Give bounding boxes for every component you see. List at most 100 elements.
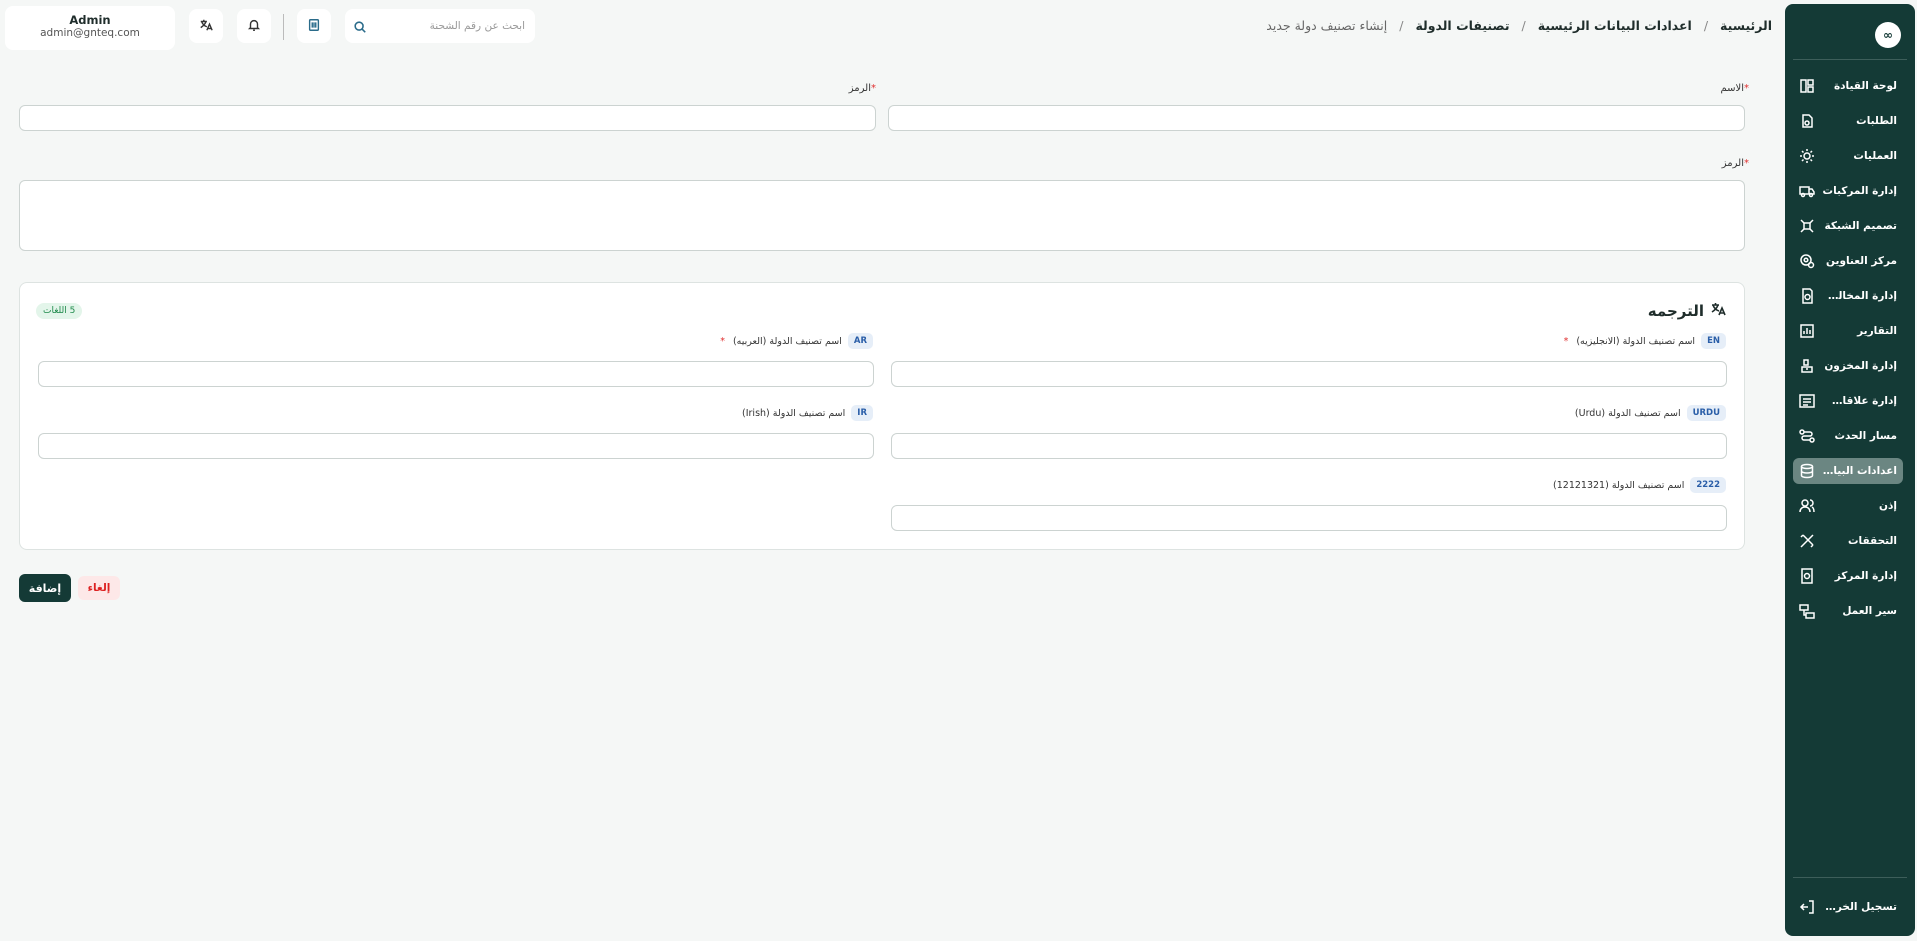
user-email: admin@gnteq.com (40, 27, 140, 39)
translation-input-urdu[interactable] (891, 433, 1727, 459)
header-divider (283, 14, 284, 40)
translation-label-text: اسم تصنيف الدولة (Urdu) (1574, 407, 1681, 419)
name-label-text: الاسم (1720, 83, 1744, 94)
sidebar-item-verifications[interactable]: التحققات (1793, 528, 1903, 554)
breadcrumb-separator: / (1521, 18, 1526, 33)
sidebar-divider (1793, 877, 1907, 878)
crm-icon (1799, 393, 1815, 409)
sidebar-item-label: العمليات (1853, 150, 1897, 162)
sidebar-item-label: سير العمل (1842, 605, 1897, 617)
translation-label-2222: 2222 اسم تصنيف الدولة (12121321) (1553, 477, 1726, 493)
sidebar-item-label: إدارة المخالفات (1822, 290, 1897, 302)
network-icon (1799, 218, 1815, 234)
description-label-text: الرمز (1721, 158, 1744, 169)
sidebar-item-label: تصميم الشبكة (1824, 220, 1898, 232)
description-textarea[interactable] (19, 180, 1745, 251)
required-marker: * (1563, 335, 1569, 347)
sidebar-item-reports[interactable]: التقارير (1793, 318, 1903, 344)
inventory-icon (1799, 358, 1815, 374)
translate-icon (199, 17, 213, 36)
sidebar-item-label: إدارة المركز (1834, 570, 1897, 582)
code-input[interactable] (19, 105, 876, 131)
sidebar-item-permission[interactable]: إذن (1793, 493, 1903, 519)
tools-icon (1799, 533, 1815, 549)
notifications-button[interactable] (237, 9, 271, 43)
reports-icon (1799, 323, 1815, 339)
sidebar-divider (1793, 59, 1907, 60)
translation-label-ar: AR اسم تصنيف الدولة (العربيه) * (720, 333, 873, 349)
database-icon (1799, 463, 1815, 479)
sidebar-item-center-management[interactable]: إدارة المركز (1793, 563, 1903, 589)
truck-icon (1799, 183, 1815, 199)
breadcrumb-master-data[interactable]: اعدادات البيانات الرئيسية (1538, 18, 1692, 33)
breadcrumb-separator: / (1703, 18, 1709, 33)
breadcrumb-country-classifications[interactable]: تصنيفات الدولة (1415, 18, 1509, 33)
workflow-icon (1799, 603, 1815, 619)
translation-input-ir[interactable] (38, 433, 874, 459)
translation-input-ar[interactable] (38, 361, 874, 387)
description-label: *الرمز (1722, 158, 1749, 169)
dashboard-icon (1799, 78, 1815, 94)
lang-code-badge: URDU (1686, 405, 1726, 421)
lang-code-badge: AR (847, 333, 873, 349)
sidebar-item-label: إذن (1879, 500, 1897, 512)
lang-code-badge: 2222 (1690, 477, 1726, 493)
sidebar-item-addresses[interactable]: مركز العناوين (1793, 248, 1903, 274)
cancel-button[interactable]: إلغاء (78, 576, 120, 600)
user-card[interactable]: Admin admin@gnteq.com (5, 6, 175, 50)
translation-label-en: EN اسم تصنيف الدولة (الانجليزيه) * (1564, 333, 1726, 349)
name-label: *الاسم (1720, 83, 1749, 94)
breadcrumb-separator: / (1399, 18, 1404, 33)
lang-code-badge: IR (851, 405, 873, 421)
sidebar-item-label: التقارير (1857, 325, 1897, 337)
translation-title: الترجمه (1648, 301, 1726, 321)
translation-label-text: اسم تصنيف الدولة (12121321) (1553, 479, 1685, 491)
search-bar[interactable] (345, 9, 535, 43)
sidebar-item-dashboard[interactable]: لوحة القيادة (1793, 73, 1903, 99)
logout-icon (1799, 899, 1815, 915)
logout-label: تسجيل الخروج (1822, 901, 1897, 913)
app-logo[interactable]: ∞ (1875, 22, 1901, 48)
center-icon (1799, 568, 1815, 584)
translation-title-text: الترجمه (1647, 302, 1704, 320)
sidebar-item-label: الطلبات (1856, 115, 1897, 127)
languages-count-badge: 5 اللغات (36, 303, 83, 319)
sidebar-item-label: التحققات (1847, 535, 1897, 547)
breadcrumb-current: إنشاء تصنيف دولة جديد (1266, 18, 1388, 33)
translation-input-en[interactable] (891, 361, 1727, 387)
language-button[interactable] (189, 9, 223, 43)
name-input[interactable] (888, 105, 1745, 131)
code-label: *الرمز (849, 83, 876, 94)
required-marker: * (720, 335, 725, 347)
violations-icon (1799, 288, 1815, 304)
sidebar-item-operations[interactable]: العمليات (1793, 143, 1903, 169)
sidebar-item-workflow[interactable]: سير العمل (1793, 598, 1903, 624)
sidebar-item-label: لوحة القيادة (1833, 80, 1897, 92)
user-name: Admin (69, 13, 111, 27)
operations-icon (1799, 148, 1815, 164)
translation-label-text: اسم تصنيف الدولة (الانجليزيه) (1576, 335, 1696, 347)
scan-button[interactable] (297, 9, 331, 43)
translation-input-2222[interactable] (891, 505, 1727, 531)
barcode-icon (307, 17, 321, 36)
sidebar-item-network[interactable]: تصميم الشبكة (1793, 213, 1903, 239)
add-button[interactable]: إضافة (19, 574, 71, 602)
search-input[interactable] (373, 19, 527, 33)
sidebar-item-inventory[interactable]: إدارة المخزون (1793, 353, 1903, 379)
required-marker: * (1744, 158, 1749, 169)
sidebar-item-vehicles[interactable]: إدارة المركبات (1793, 178, 1903, 204)
sidebar-item-event-route[interactable]: مسار الحدث (1793, 423, 1903, 449)
users-icon (1799, 498, 1815, 514)
required-marker: * (1744, 83, 1749, 94)
location-icon (1799, 253, 1815, 269)
logout-button[interactable]: تسجيل الخروج (1793, 894, 1903, 920)
translate-icon (1710, 301, 1726, 321)
sidebar-item-violations[interactable]: إدارة المخالفات (1793, 283, 1903, 309)
sidebar-item-master-data[interactable]: اعدادات البيانات... (1793, 458, 1903, 484)
sidebar-item-crm[interactable]: إدارة علاقات العملاء (1793, 388, 1903, 414)
breadcrumb: الرئيسية / اعدادات البيانات الرئيسية / ت… (1266, 18, 1772, 33)
required-marker: * (871, 83, 876, 94)
breadcrumb-home[interactable]: الرئيسية (1720, 18, 1772, 33)
sidebar-item-orders[interactable]: الطلبات (1793, 108, 1903, 134)
sidebar-item-label: مسار الحدث (1834, 430, 1897, 442)
